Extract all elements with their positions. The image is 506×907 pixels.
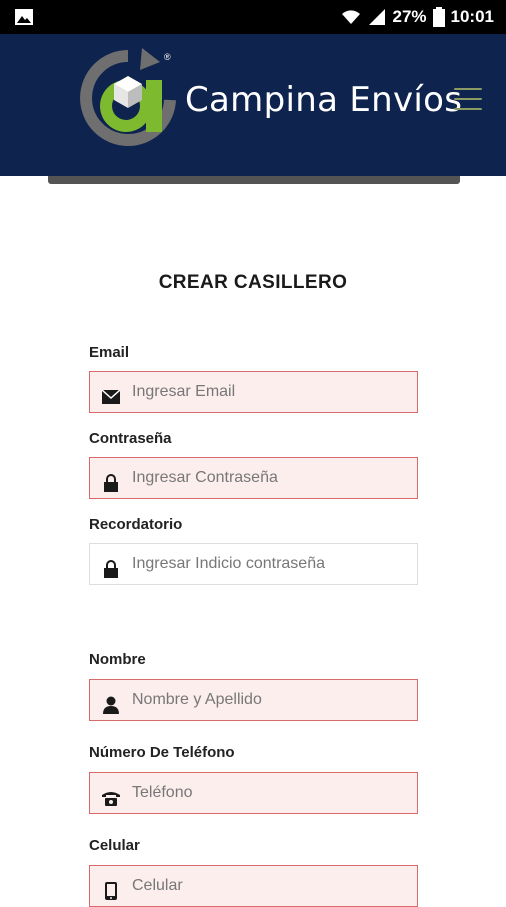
password-hint-field[interactable]: Ingresar Indicio contraseña [89,543,418,585]
menu-icon [454,88,482,90]
lock-icon [90,544,132,584]
envelope-icon [90,372,132,412]
email-placeholder: Ingresar Email [132,383,236,400]
signal-icon [369,9,386,25]
app-header: ® Campina Envíos [0,34,506,176]
hamburger-menu-button[interactable] [454,88,482,112]
status-bar: 27% 10:01 [0,0,506,34]
phone-placeholder: Teléfono [132,784,193,801]
reminder-label: Recordatorio [89,516,183,533]
user-icon [90,680,132,720]
battery-icon [432,7,445,27]
wifi-icon [342,10,361,24]
email-field[interactable]: Ingresar Email [89,371,418,413]
name-field[interactable]: Nombre y Apellido [89,679,418,721]
password-hint-placeholder: Ingresar Indicio contraseña [132,555,325,572]
password-placeholder: Ingresar Contraseña [132,469,278,486]
phone-field[interactable]: Teléfono [89,772,418,814]
mobile-field[interactable]: Celular [89,865,418,907]
mobile-placeholder: Celular [132,877,183,894]
campina-logo[interactable]: ® [80,48,176,148]
image-notification-icon [15,9,33,25]
brand-name: Campina Envíos [185,80,463,120]
phone-icon [90,773,132,813]
password-field[interactable]: Ingresar Contraseña [89,457,418,499]
name-placeholder: Nombre y Apellido [132,691,262,708]
name-label: Nombre [89,651,146,668]
header-shadow [48,176,460,184]
registered-mark: ® [164,52,171,62]
password-label: Contraseña [89,430,172,447]
email-label: Email [89,344,130,361]
lock-icon [90,458,132,498]
phone-label: Número De Teléfono [89,744,235,761]
clock: 10:01 [450,7,494,26]
mobile-label: Celular [89,837,140,854]
mobile-icon [90,866,132,906]
battery-percent: 27% [392,7,427,26]
page-title: CREAR CASILLERO [158,272,348,293]
